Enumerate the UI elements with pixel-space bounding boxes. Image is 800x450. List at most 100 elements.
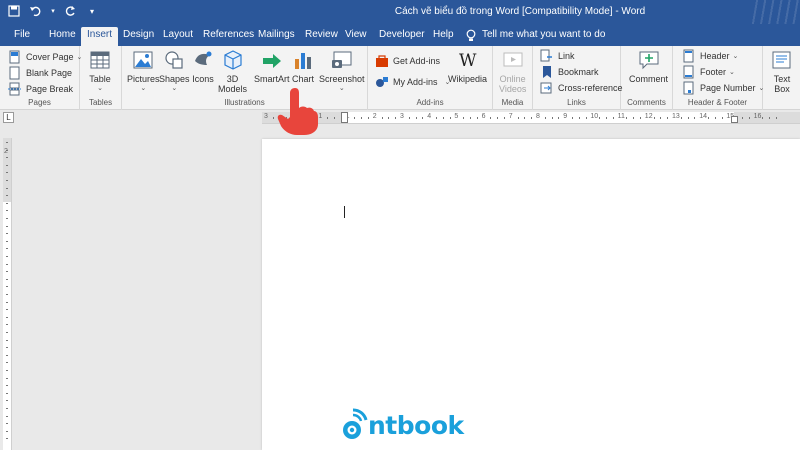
ruler-tick bbox=[6, 400, 8, 402]
ruler-tick bbox=[504, 117, 505, 119]
ruler-tick bbox=[6, 248, 8, 250]
link-button[interactable]: Link bbox=[539, 48, 575, 63]
tab-references[interactable]: References bbox=[197, 27, 260, 46]
get-addins-label: Get Add-ins bbox=[393, 55, 441, 66]
ruler-number: 4 bbox=[427, 113, 432, 120]
group-pages: Cover Page ⌄ Blank Page Page Break Pages bbox=[0, 46, 82, 110]
bookmark-icon bbox=[543, 65, 551, 78]
bookmark-button[interactable]: Bookmark bbox=[539, 64, 599, 79]
ruler-tick bbox=[422, 117, 424, 119]
3d-models-button[interactable]: 3D Models bbox=[218, 49, 247, 94]
smartart-label: SmartArt bbox=[254, 74, 290, 84]
ruler-tick bbox=[368, 117, 369, 119]
ruler-tick bbox=[449, 117, 451, 119]
pictures-label: Pictures bbox=[127, 74, 160, 84]
ruler-tick bbox=[395, 117, 397, 119]
tab-developer[interactable]: Developer bbox=[373, 27, 431, 46]
ruler-tick bbox=[6, 172, 8, 174]
ruler-tick bbox=[497, 117, 499, 119]
screenshot-button[interactable]: Screenshot ⌄ bbox=[319, 49, 365, 94]
tab-view[interactable]: View bbox=[339, 27, 373, 46]
text-box-button[interactable]: Text Box bbox=[771, 49, 793, 94]
ruler-tick bbox=[6, 278, 8, 280]
icons-icon bbox=[195, 51, 212, 65]
screenshot-icon bbox=[331, 51, 352, 68]
ruler-tick bbox=[6, 218, 8, 219]
ruler-tick bbox=[776, 117, 777, 119]
ruler-number: 12 bbox=[644, 113, 653, 120]
ruler-tick bbox=[612, 117, 614, 119]
cover-page-button[interactable]: Cover Page ⌄ bbox=[7, 49, 82, 64]
document-page[interactable] bbox=[262, 139, 800, 450]
blank-page-icon bbox=[9, 66, 20, 79]
ruler-tick bbox=[6, 385, 8, 387]
logo-text: ntbook bbox=[368, 410, 464, 440]
logo-mark-icon bbox=[343, 408, 368, 439]
link-label: Link bbox=[558, 50, 575, 61]
ruler-tick bbox=[6, 164, 8, 166]
table-button[interactable]: Table ⌄ bbox=[89, 49, 111, 94]
page-number-button[interactable]: Page Number ⌄ bbox=[681, 80, 764, 95]
horizontal-ruler[interactable]: 32112345678910111213141516 bbox=[262, 112, 800, 124]
ruler-tick bbox=[769, 117, 771, 119]
ruler-tick bbox=[415, 117, 417, 119]
ruler-right-margin bbox=[734, 112, 800, 123]
tab-insert[interactable]: Insert bbox=[81, 27, 119, 46]
header-button[interactable]: Header ⌄ bbox=[681, 48, 738, 63]
my-addins-button[interactable]: My Add-ins ⌄ bbox=[374, 74, 450, 89]
group-label-links: Links bbox=[567, 98, 586, 107]
ruler-tick bbox=[680, 117, 682, 119]
tab-layout[interactable]: Layout bbox=[157, 27, 199, 46]
wikipedia-button[interactable]: W Wikipedia bbox=[448, 49, 487, 84]
window-title: Cách vẽ biểu đồ trong Word [Compatibilit… bbox=[394, 6, 646, 17]
tell-me-box[interactable]: Tell me what you want to do bbox=[466, 27, 605, 43]
ruler-tick bbox=[660, 117, 662, 119]
tab-help[interactable]: Help bbox=[427, 27, 460, 46]
tab-home[interactable]: Home bbox=[43, 27, 82, 46]
ruler-tick bbox=[517, 117, 519, 119]
vertical-ruler[interactable]: 2 bbox=[3, 138, 12, 450]
ruler-tick bbox=[442, 117, 444, 119]
tab-mailings[interactable]: Mailings bbox=[252, 27, 301, 46]
group-links: Link Bookmark Cross-reference Links bbox=[533, 46, 623, 110]
ruler-tick bbox=[6, 263, 8, 265]
tab-selector[interactable]: L bbox=[3, 112, 14, 123]
dropdown-arrow-icon: ⌄ bbox=[729, 68, 735, 76]
ruler-number: 13 bbox=[672, 113, 680, 120]
ruler-tick bbox=[606, 117, 607, 119]
ruler-number: 16 bbox=[753, 113, 762, 120]
group-addins: Get Add-ins My Add-ins ⌄ W Wikipedia Add-… bbox=[368, 46, 493, 110]
page-break-label: Page Break bbox=[26, 83, 74, 94]
ruler-tick bbox=[6, 157, 8, 159]
ruler-tick bbox=[6, 202, 8, 204]
blank-page-button[interactable]: Blank Page bbox=[7, 65, 72, 80]
ruler-number: 2 bbox=[372, 113, 377, 120]
group-label-comments: Comments bbox=[627, 98, 666, 107]
ruler-tick bbox=[361, 117, 363, 119]
ruler-tick bbox=[334, 117, 335, 119]
shapes-icon bbox=[165, 51, 183, 69]
tab-design[interactable]: Design bbox=[117, 27, 160, 46]
pictures-button[interactable]: Pictures ⌄ bbox=[127, 49, 160, 94]
right-indent-marker[interactable] bbox=[731, 116, 738, 123]
ruler-tick bbox=[6, 256, 8, 257]
indent-marker[interactable] bbox=[341, 112, 348, 123]
ruler-tick bbox=[578, 117, 580, 119]
hand-pointer-icon bbox=[277, 88, 318, 135]
group-label-media: Media bbox=[501, 98, 524, 107]
tab-review[interactable]: Review bbox=[299, 27, 344, 46]
cross-reference-button[interactable]: Cross-reference bbox=[539, 80, 623, 95]
tab-file[interactable]: File bbox=[8, 27, 36, 46]
ruler-number: 8 bbox=[536, 113, 540, 120]
smartart-button[interactable]: SmartArt bbox=[254, 49, 290, 84]
footer-button[interactable]: Footer ⌄ bbox=[681, 64, 735, 79]
online-videos-button[interactable]: Online Videos bbox=[499, 49, 526, 94]
get-addins-button[interactable]: Get Add-ins bbox=[374, 53, 440, 68]
chart-icon bbox=[295, 53, 311, 69]
comment-icon bbox=[639, 51, 658, 70]
chart-button[interactable]: Chart bbox=[292, 49, 314, 84]
comment-button[interactable]: Comment bbox=[629, 49, 668, 84]
shapes-button[interactable]: Shapes ⌄ bbox=[159, 49, 190, 94]
icons-button[interactable]: Icons bbox=[192, 49, 214, 84]
page-break-button[interactable]: Page Break bbox=[7, 81, 73, 96]
